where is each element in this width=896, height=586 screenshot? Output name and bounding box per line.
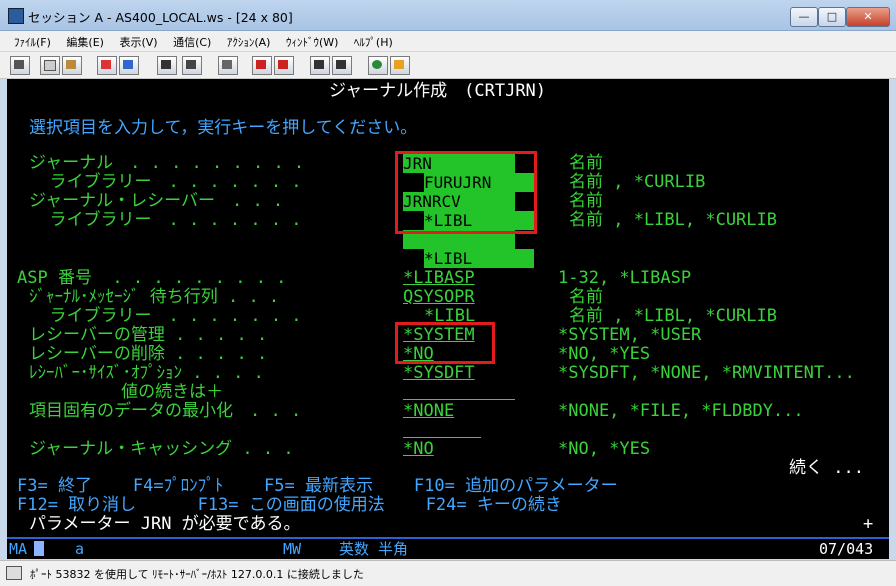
hint-asp: 1-32, *LIBASP <box>558 268 692 288</box>
globe-icon[interactable] <box>368 56 388 75</box>
minimize-data-field[interactable]: *NONE <box>403 402 454 421</box>
label-minimize-data: 項目固有のデータの最小化 . . . <box>29 401 302 421</box>
display-icon[interactable] <box>157 56 177 75</box>
label-asp: ASP 番号 . . . . . . . . . <box>17 268 287 288</box>
hint-receiver-library: 名前 , *LIBL, *CURLIB <box>569 210 777 230</box>
screen-title: ジャーナル作成 (CRTJRN) <box>329 81 547 101</box>
menu-action[interactable]: ｱｸｼｮﾝ(A) <box>221 31 277 50</box>
send-icon[interactable] <box>97 56 117 75</box>
stop-icon[interactable] <box>274 56 294 75</box>
continue-values-field[interactable] <box>403 399 515 400</box>
menu-communication[interactable]: 通信(C) <box>167 31 217 50</box>
status-message: ﾎﾟｰﾄ 53832 を使用して ﾘﾓｰﾄ･ｻｰﾊﾞｰ/ﾎｽﾄ 127.0.0.… <box>30 568 364 581</box>
oia-mw: MW <box>283 540 302 558</box>
hint-message-queue: 名前 <box>569 287 603 307</box>
label-receiver-mgmt: レシーバーの管理 . . . . . <box>29 325 268 345</box>
hint-receiver-size: *SYSDFT, *NONE, *RMVINTENT... <box>558 363 855 383</box>
record-icon[interactable] <box>252 56 272 75</box>
label-mq-library: ライブラリー . . . . . . . <box>29 306 302 326</box>
oia-ma: MA <box>9 540 28 558</box>
operator-info-area: MA a MW 英数 半角 07/043 <box>7 537 889 559</box>
hint-journal: 名前 <box>569 153 603 173</box>
label-journal-library: ライブラリー . . . . . . . <box>29 172 302 192</box>
function-keys-row-2: F12= 取り消し F13= この画面の使用法 F24= キーの続き <box>17 495 562 515</box>
cursor-block <box>34 541 44 556</box>
menu-bar: ﾌｧｲﾙ(F) 編集(E) 表示(V) 通信(C) ｱｸｼｮﾝ(A) ｳｨﾝﾄﾞ… <box>0 31 896 51</box>
receive-icon[interactable] <box>119 56 139 75</box>
more-indicator: 続く ... <box>789 458 864 478</box>
macro-icon[interactable] <box>218 56 238 75</box>
run-icon[interactable] <box>332 56 352 75</box>
oia-mode: a <box>75 540 85 558</box>
asp-field[interactable]: *LIBASP <box>403 269 475 288</box>
cursor-position: 07/043 <box>819 540 874 558</box>
connection-icon <box>6 566 22 580</box>
label-receiver: ジャーナル・レシーバー . . . <box>29 191 284 211</box>
hint-journal-library: 名前 , *CURLIB <box>569 172 706 192</box>
instruction-text: 選択項目を入力して，実行キーを押してください。 <box>29 118 418 138</box>
function-keys-row-1: F3= 終了 F4=ﾌﾟﾛﾝﾌﾟﾄ F5= 最新表示 F10= 追加のパラメータ… <box>17 476 618 496</box>
menu-file[interactable]: ﾌｧｲﾙ(F) <box>0 31 57 50</box>
label-receiver-delete: レシーバーの削除 . . . . . <box>29 344 268 364</box>
annotation-box-journal <box>395 151 537 234</box>
paste-icon[interactable] <box>62 56 82 75</box>
menu-help[interactable]: ﾍﾙﾌﾟ(H) <box>348 31 399 50</box>
journal-caching-field[interactable]: *NO <box>403 440 434 459</box>
minimize-extra-field[interactable] <box>403 437 481 438</box>
print-screen-icon[interactable] <box>10 56 30 75</box>
hint-receiver: 名前 <box>569 191 603 211</box>
edit-icon[interactable] <box>390 56 410 75</box>
label-receiver-size: ﾚｼｰﾊﾞｰ･ｻｲｽﾞ･ｵﾌﾟｼｮﾝ . . . . <box>29 363 264 383</box>
label-journal-caching: ジャーナル・キャッシング . . . <box>29 439 294 459</box>
error-message: パラメーター JRN が必要である。 <box>29 514 301 534</box>
menu-view[interactable]: 表示(V) <box>113 31 163 50</box>
label-continue-values: 値の続きは＋ <box>29 382 224 402</box>
status-bar: ﾎﾟｰﾄ 53832 を使用して ﾘﾓｰﾄ･ｻｰﾊﾞｰ/ﾎｽﾄ 127.0.0.… <box>0 560 896 586</box>
message-queue-field[interactable]: QSYSOPR <box>403 288 475 307</box>
window-title: セッション A - AS400_LOCAL.ws - [24 x 80] <box>28 10 293 25</box>
play-icon[interactable] <box>310 56 330 75</box>
hint-journal-caching: *NO, *YES <box>558 439 651 459</box>
toolbar <box>0 52 896 79</box>
hint-receiver-delete: *NO, *YES <box>558 344 651 364</box>
label-message-queue: ｼﾞｬｰﾅﾙ･ﾒｯｾｰｼﾞ 待ち行列 . . . <box>29 287 280 307</box>
copy-icon[interactable] <box>40 56 60 75</box>
hint-mq-library: 名前 , *LIBL, *CURLIB <box>569 306 777 326</box>
extra-field-2[interactable]: *LIBL <box>424 249 534 268</box>
terminal-screen[interactable]: ジャーナル作成 (CRTJRN) 選択項目を入力して，実行キーを押してください。… <box>7 79 889 537</box>
more-plus: + <box>863 514 874 534</box>
receiver-size-field[interactable]: *SYSDFT <box>403 364 475 383</box>
maximize-button[interactable]: □ <box>818 7 846 27</box>
title-bar: セッション A - AS400_LOCAL.ws - [24 x 80] — □… <box>0 0 896 31</box>
label-journal: ジャーナル . . . . . . . . . <box>29 153 305 173</box>
hint-minimize-data: *NONE, *FILE, *FLDBDY... <box>558 401 804 421</box>
oia-ime: 英数 半角 <box>339 540 409 558</box>
keypad-icon[interactable] <box>182 56 202 75</box>
menu-edit[interactable]: 編集(E) <box>60 31 110 50</box>
menu-window[interactable]: ｳｨﾝﾄﾞｳ(W) <box>280 31 344 50</box>
minimize-button[interactable]: — <box>790 7 818 27</box>
label-receiver-library: ライブラリー . . . . . . . <box>29 210 302 230</box>
hint-receiver-mgmt: *SYSTEM, *USER <box>558 325 702 345</box>
app-icon[interactable] <box>8 8 24 24</box>
annotation-box-receiver <box>395 322 495 364</box>
close-button[interactable]: ✕ <box>846 7 890 27</box>
